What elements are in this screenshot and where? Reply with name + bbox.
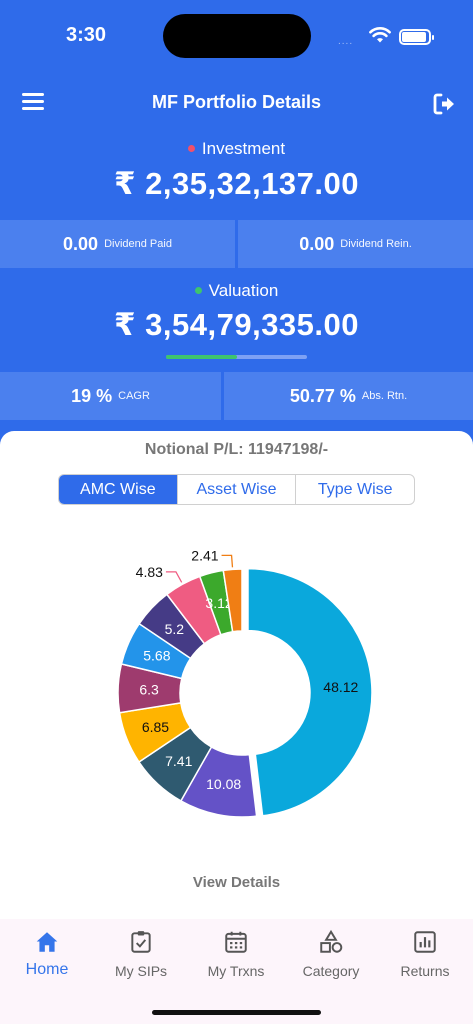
tab-asset-wise[interactable]: Asset Wise — [178, 475, 297, 504]
bar-chart-icon — [414, 931, 436, 953]
investment-label: Investment — [201, 139, 286, 158]
donut-slice-label: 7.41 — [165, 753, 192, 769]
donut-leader-line — [165, 571, 183, 583]
donut-slice-label: 4.83 — [136, 564, 163, 580]
abs-return-value: 50.77 % — [289, 385, 356, 406]
valuation-dot — [194, 287, 202, 294]
tab-returns-label: Returns — [400, 963, 450, 979]
donut-slice-label: 6.3 — [139, 681, 159, 697]
donut-slice-label: 5.2 — [165, 621, 185, 637]
status-time: 3:30 — [66, 24, 107, 46]
investment-label-row: Investment — [0, 139, 473, 159]
dynamic-island — [163, 14, 311, 58]
dividend-paid-label: Dividend Paid — [104, 238, 172, 250]
dividend-reinvested-label: Dividend Rein. — [340, 238, 412, 250]
home-icon — [36, 932, 58, 952]
tab-home-label: Home — [25, 961, 69, 978]
valuation-label-row: Valuation — [0, 281, 473, 301]
dividend-paid-cell: 0.00 Dividend Paid — [0, 220, 235, 268]
tab-returns[interactable]: Returns — [378, 929, 472, 979]
tab-my-sips[interactable]: My SIPs — [94, 929, 188, 979]
battery-icon — [399, 29, 434, 45]
home-indicator — [152, 1010, 321, 1015]
dividend-reinvested-value: 0.00 — [299, 233, 335, 254]
tab-type-wise[interactable]: Type Wise — [296, 475, 414, 504]
donut-slice-label: 10.08 — [206, 776, 241, 792]
donut-slice-label: 6.85 — [142, 719, 169, 735]
cagr-value: 19 % — [71, 385, 113, 406]
tab-category-label: Category — [302, 963, 360, 979]
view-details-link[interactable]: View Details — [0, 874, 473, 891]
status-bar: 3:30 .... — [0, 0, 473, 72]
dividend-paid-value: 0.00 — [63, 233, 99, 254]
tab-amc-wise[interactable]: AMC Wise — [59, 475, 178, 504]
breakdown-segmented-control: AMC Wise Asset Wise Type Wise — [58, 474, 415, 505]
investment-stats: 0.00 Dividend Paid 0.00 Dividend Rein. — [0, 220, 473, 268]
tab-my-trxns-label: My Trxns — [207, 963, 265, 979]
investment-dot — [187, 145, 195, 152]
shapes-icon — [320, 929, 343, 953]
donut-leader-line — [221, 554, 234, 568]
calendar-icon — [225, 931, 247, 953]
cagr-label: CAGR — [118, 390, 150, 402]
abs-return-label: Abs. Rtn. — [361, 390, 408, 402]
logout-icon[interactable] — [432, 92, 456, 116]
donut-chart: 48.1210.087.416.856.35.685.24.833.122.41 — [117, 547, 373, 818]
app-header: MF Portfolio Details — [0, 80, 473, 126]
abs-return-cell: 50.77 % Abs. Rtn. — [224, 372, 473, 420]
valuation-progress-bar — [166, 355, 307, 359]
cagr-cell: 19 % CAGR — [0, 372, 221, 420]
donut-slice-label: 2.41 — [191, 547, 218, 563]
tab-my-trxns[interactable]: My Trxns — [189, 929, 283, 979]
wifi-icon — [369, 27, 391, 43]
page-title: MF Portfolio Details — [151, 92, 321, 112]
dividend-reinvested-cell: 0.00 Dividend Rein. — [238, 220, 473, 268]
notional-pl: Notional P/L: 11947198/- — [144, 441, 329, 458]
clipboard-check-icon — [131, 931, 151, 953]
bottom-tab-bar: Home My SIPs My Trxns Category Returns — [0, 919, 473, 1024]
donut-slice-label: 5.68 — [143, 648, 170, 664]
tab-category[interactable]: Category — [284, 929, 378, 979]
tab-home[interactable]: Home — [0, 929, 94, 979]
tab-my-sips-label: My SIPs — [114, 963, 168, 979]
valuation-label: Valuation — [208, 281, 279, 300]
portfolio-card: Notional P/L: 11947198/- AMC Wise Asset … — [0, 431, 473, 919]
signal-icon: .... — [338, 36, 354, 47]
valuation-stats: 19 % CAGR 50.77 % Abs. Rtn. — [0, 372, 473, 420]
valuation-progress-fill — [166, 355, 237, 359]
investment-amount: ₹ 2,35,32,137.00 — [113, 166, 360, 201]
donut-slice-label: 48.12 — [323, 679, 358, 695]
valuation-amount: ₹ 3,54,79,335.00 — [113, 307, 360, 342]
